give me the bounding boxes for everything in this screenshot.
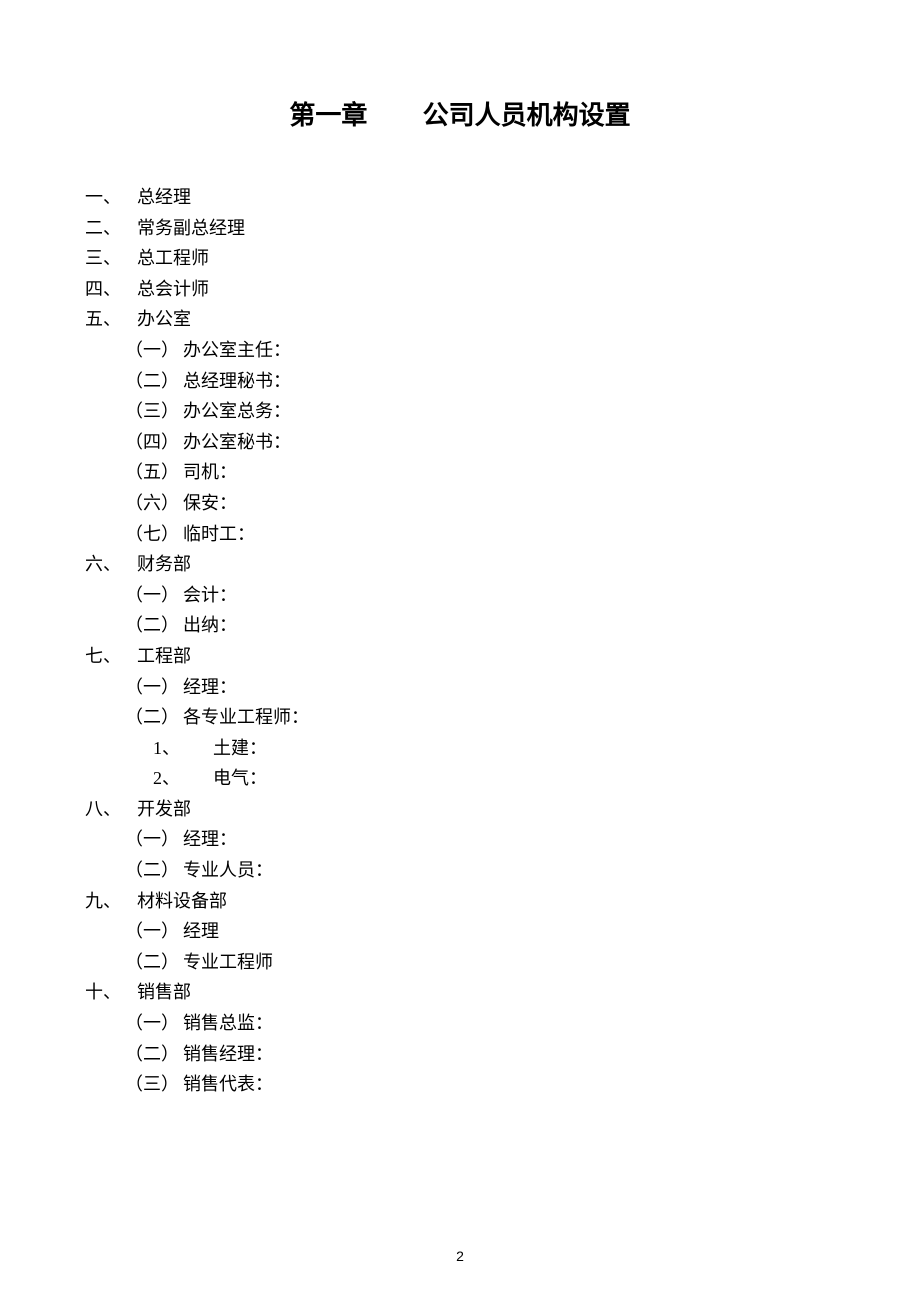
outline-item-text: 电气： [213, 763, 267, 794]
outline-item: （五）司机： [85, 457, 835, 488]
outline-item: （三）销售代表： [85, 1069, 835, 1100]
outline-item: （二）销售经理： [85, 1039, 835, 1070]
outline-item-text: 办公室秘书： [183, 427, 291, 458]
outline-item-number: 四、 [85, 274, 137, 305]
outline-item-number: （一） [125, 824, 183, 855]
outline-item-number: 一、 [85, 182, 137, 213]
outline-item-text: 办公室总务： [183, 396, 291, 427]
outline-item: （六）保安： [85, 488, 835, 519]
outline-item: 四、总会计师 [85, 274, 835, 305]
outline-item-number: （二） [125, 610, 183, 641]
outline-item-text: 销售代表： [183, 1069, 273, 1100]
outline-item-text: 保安： [183, 488, 237, 519]
outline-item: （一）经理： [85, 824, 835, 855]
outline-item-text: 销售总监： [183, 1008, 273, 1039]
outline-item: 一、总经理 [85, 182, 835, 213]
outline-item: （二）各专业工程师： [85, 702, 835, 733]
outline-item-number: 八、 [85, 794, 137, 825]
outline-item-text: 经理 [183, 916, 219, 947]
outline-item-number: （一） [125, 1008, 183, 1039]
outline-item: （一）办公室主任： [85, 335, 835, 366]
outline-item: （二）专业工程师 [85, 947, 835, 978]
outline-item-number: （三） [125, 1069, 183, 1100]
outline-item: 九、材料设备部 [85, 886, 835, 917]
outline-item: （二）专业人员： [85, 855, 835, 886]
outline-item-number: （一） [125, 916, 183, 947]
outline-item-number: 五、 [85, 304, 137, 335]
outline-item-text: 总会计师 [137, 274, 209, 305]
outline-item-number: （二） [125, 855, 183, 886]
outline-item-text: 临时工： [183, 519, 255, 550]
outline-item-number: （二） [125, 947, 183, 978]
outline-item: （二）出纳： [85, 610, 835, 641]
outline-item: （四）办公室秘书： [85, 427, 835, 458]
outline-item-number: （二） [125, 366, 183, 397]
outline-item-number: （四） [125, 427, 183, 458]
outline-item-text: 总经理 [137, 182, 191, 213]
outline-item: 八、开发部 [85, 794, 835, 825]
outline-content: 一、总经理二、常务副总经理三、总工程师四、总会计师五、办公室（一）办公室主任：（… [85, 182, 835, 1100]
outline-item-text: 会计： [183, 580, 237, 611]
outline-item-number: （二） [125, 702, 183, 733]
outline-item: 二、常务副总经理 [85, 213, 835, 244]
outline-item-number: 七、 [85, 641, 137, 672]
outline-item-number: （一） [125, 580, 183, 611]
outline-item: （二）总经理秘书： [85, 366, 835, 397]
outline-item-text: 材料设备部 [137, 886, 227, 917]
outline-item: 十、销售部 [85, 977, 835, 1008]
outline-item-text: 财务部 [137, 549, 191, 580]
outline-item-text: 专业工程师 [183, 947, 273, 978]
outline-item: 1、土建： [85, 733, 835, 764]
outline-item-number: 三、 [85, 243, 137, 274]
outline-item-number: 九、 [85, 886, 137, 917]
outline-item-number: 六、 [85, 549, 137, 580]
outline-item-text: 办公室主任： [183, 335, 291, 366]
outline-item-text: 出纳： [183, 610, 237, 641]
outline-item: （三）办公室总务： [85, 396, 835, 427]
outline-item-text: 经理： [183, 824, 237, 855]
document-page: 第一章 公司人员机构设置 一、总经理二、常务副总经理三、总工程师四、总会计师五、… [0, 0, 920, 1100]
outline-item: （一）经理 [85, 916, 835, 947]
outline-item: （一）会计： [85, 580, 835, 611]
outline-item: 三、总工程师 [85, 243, 835, 274]
outline-item-text: 经理： [183, 672, 237, 703]
outline-item-text: 土建： [213, 733, 267, 764]
outline-item-number: （七） [125, 519, 183, 550]
outline-item-text: 常务副总经理 [137, 213, 245, 244]
outline-item-number: （一） [125, 672, 183, 703]
outline-item-number: （五） [125, 457, 183, 488]
outline-item-text: 专业人员： [183, 855, 273, 886]
outline-item: 七、工程部 [85, 641, 835, 672]
outline-item-number: （二） [125, 1039, 183, 1070]
outline-item-text: 销售经理： [183, 1039, 273, 1070]
outline-item-number: 十、 [85, 977, 137, 1008]
outline-item: 五、办公室 [85, 304, 835, 335]
outline-item-number: 2、 [153, 763, 213, 794]
outline-item-number: （三） [125, 396, 183, 427]
outline-item-number: （六） [125, 488, 183, 519]
outline-item-number: 二、 [85, 213, 137, 244]
outline-item-text: 总经理秘书： [183, 366, 291, 397]
chapter-number: 第一章 [289, 95, 367, 132]
outline-item: （一）销售总监： [85, 1008, 835, 1039]
outline-item: （七）临时工： [85, 519, 835, 550]
outline-item-text: 司机： [183, 457, 237, 488]
outline-item: （一）经理： [85, 672, 835, 703]
chapter-subtitle: 公司人员机构设置 [423, 95, 631, 132]
outline-item: 六、财务部 [85, 549, 835, 580]
outline-item-text: 销售部 [137, 977, 191, 1008]
outline-item-number: 1、 [153, 733, 213, 764]
outline-item-text: 开发部 [137, 794, 191, 825]
chapter-title: 第一章 公司人员机构设置 [85, 95, 835, 132]
outline-item-number: （一） [125, 335, 183, 366]
outline-item-text: 各专业工程师： [183, 702, 309, 733]
outline-item-text: 总工程师 [137, 243, 209, 274]
outline-item: 2、电气： [85, 763, 835, 794]
page-number: 2 [0, 1248, 920, 1264]
outline-item-text: 办公室 [137, 304, 191, 335]
outline-item-text: 工程部 [137, 641, 191, 672]
